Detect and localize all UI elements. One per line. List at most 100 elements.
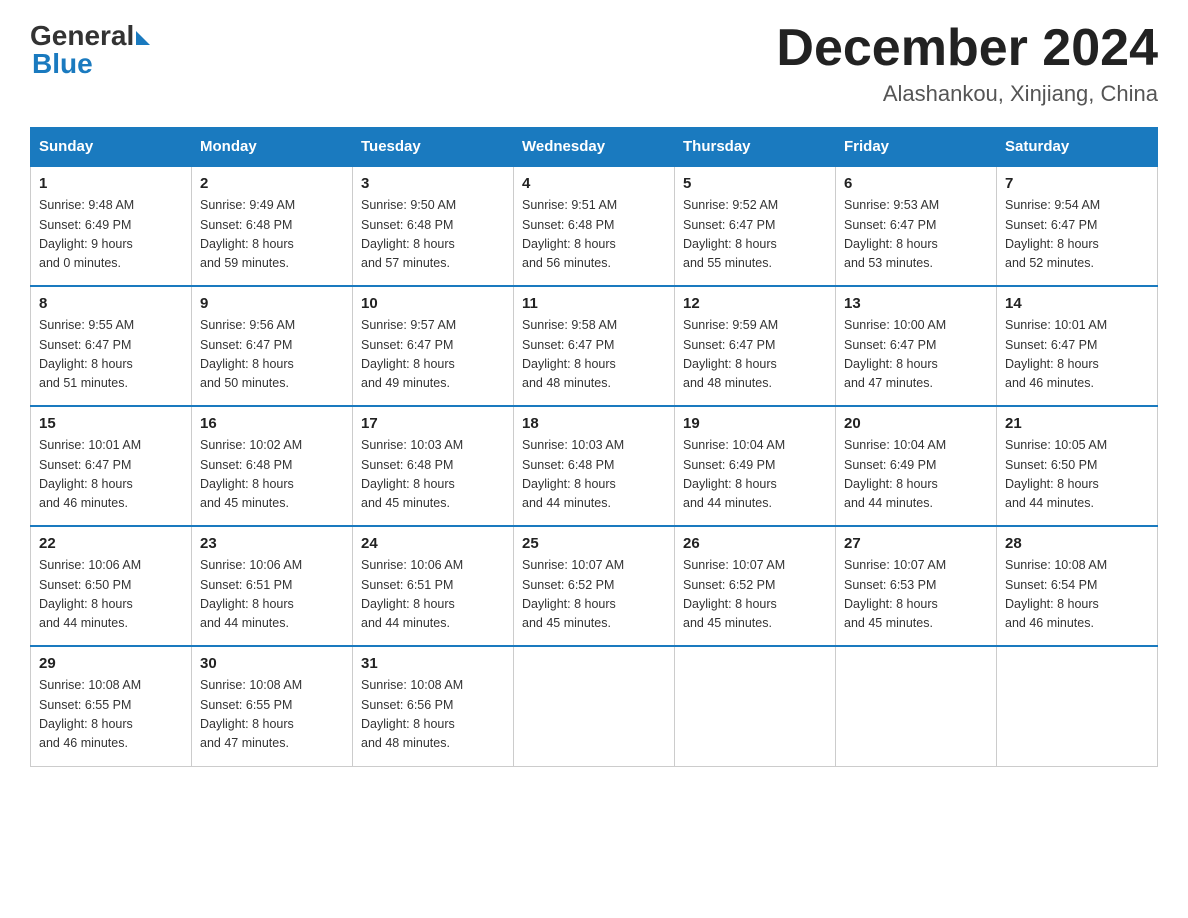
calendar-week-4: 22 Sunrise: 10:06 AM Sunset: 6:50 PM Day… xyxy=(31,526,1158,646)
day-number: 29 xyxy=(39,655,183,672)
month-title: December 2024 xyxy=(776,20,1158,77)
day-info: Sunrise: 10:03 AM Sunset: 6:48 PM Daylig… xyxy=(361,436,505,514)
logo-triangle-icon xyxy=(136,31,150,45)
location-title: Alashankou, Xinjiang, China xyxy=(776,81,1158,107)
day-number: 14 xyxy=(1005,295,1149,312)
calendar-cell: 29 Sunrise: 10:08 AM Sunset: 6:55 PM Day… xyxy=(31,646,192,766)
calendar-cell: 2 Sunrise: 9:49 AM Sunset: 6:48 PM Dayli… xyxy=(192,166,353,286)
day-number: 16 xyxy=(200,415,344,432)
calendar-cell: 31 Sunrise: 10:08 AM Sunset: 6:56 PM Day… xyxy=(353,646,514,766)
day-number: 10 xyxy=(361,295,505,312)
calendar-cell: 13 Sunrise: 10:00 AM Sunset: 6:47 PM Day… xyxy=(836,286,997,406)
calendar-cell: 6 Sunrise: 9:53 AM Sunset: 6:47 PM Dayli… xyxy=(836,166,997,286)
day-number: 9 xyxy=(200,295,344,312)
day-info: Sunrise: 9:48 AM Sunset: 6:49 PM Dayligh… xyxy=(39,196,183,274)
calendar-cell: 20 Sunrise: 10:04 AM Sunset: 6:49 PM Day… xyxy=(836,406,997,526)
day-info: Sunrise: 10:08 AM Sunset: 6:55 PM Daylig… xyxy=(39,676,183,754)
header-day-friday: Friday xyxy=(836,128,997,167)
day-info: Sunrise: 9:54 AM Sunset: 6:47 PM Dayligh… xyxy=(1005,196,1149,274)
calendar-cell: 24 Sunrise: 10:06 AM Sunset: 6:51 PM Day… xyxy=(353,526,514,646)
day-info: Sunrise: 10:06 AM Sunset: 6:50 PM Daylig… xyxy=(39,556,183,634)
calendar-cell: 19 Sunrise: 10:04 AM Sunset: 6:49 PM Day… xyxy=(675,406,836,526)
day-info: Sunrise: 10:07 AM Sunset: 6:53 PM Daylig… xyxy=(844,556,988,634)
calendar-cell: 26 Sunrise: 10:07 AM Sunset: 6:52 PM Day… xyxy=(675,526,836,646)
calendar-week-5: 29 Sunrise: 10:08 AM Sunset: 6:55 PM Day… xyxy=(31,646,1158,766)
day-number: 2 xyxy=(200,175,344,192)
day-number: 3 xyxy=(361,175,505,192)
day-info: Sunrise: 10:04 AM Sunset: 6:49 PM Daylig… xyxy=(844,436,988,514)
calendar-cell: 14 Sunrise: 10:01 AM Sunset: 6:47 PM Day… xyxy=(997,286,1158,406)
day-info: Sunrise: 9:52 AM Sunset: 6:47 PM Dayligh… xyxy=(683,196,827,274)
header-day-sunday: Sunday xyxy=(31,128,192,167)
day-number: 1 xyxy=(39,175,183,192)
calendar-cell xyxy=(675,646,836,766)
day-info: Sunrise: 10:08 AM Sunset: 6:56 PM Daylig… xyxy=(361,676,505,754)
day-number: 6 xyxy=(844,175,988,192)
day-info: Sunrise: 9:49 AM Sunset: 6:48 PM Dayligh… xyxy=(200,196,344,274)
calendar-cell: 12 Sunrise: 9:59 AM Sunset: 6:47 PM Dayl… xyxy=(675,286,836,406)
day-info: Sunrise: 10:04 AM Sunset: 6:49 PM Daylig… xyxy=(683,436,827,514)
day-number: 5 xyxy=(683,175,827,192)
header-day-thursday: Thursday xyxy=(675,128,836,167)
day-info: Sunrise: 10:08 AM Sunset: 6:54 PM Daylig… xyxy=(1005,556,1149,634)
calendar-week-1: 1 Sunrise: 9:48 AM Sunset: 6:49 PM Dayli… xyxy=(31,166,1158,286)
day-number: 20 xyxy=(844,415,988,432)
day-info: Sunrise: 10:05 AM Sunset: 6:50 PM Daylig… xyxy=(1005,436,1149,514)
day-number: 4 xyxy=(522,175,666,192)
day-info: Sunrise: 10:07 AM Sunset: 6:52 PM Daylig… xyxy=(683,556,827,634)
day-info: Sunrise: 9:55 AM Sunset: 6:47 PM Dayligh… xyxy=(39,316,183,394)
day-number: 27 xyxy=(844,535,988,552)
day-number: 21 xyxy=(1005,415,1149,432)
day-info: Sunrise: 9:59 AM Sunset: 6:47 PM Dayligh… xyxy=(683,316,827,394)
calendar-cell: 15 Sunrise: 10:01 AM Sunset: 6:47 PM Day… xyxy=(31,406,192,526)
day-number: 23 xyxy=(200,535,344,552)
day-info: Sunrise: 9:51 AM Sunset: 6:48 PM Dayligh… xyxy=(522,196,666,274)
day-info: Sunrise: 10:07 AM Sunset: 6:52 PM Daylig… xyxy=(522,556,666,634)
calendar-table: SundayMondayTuesdayWednesdayThursdayFrid… xyxy=(30,127,1158,767)
calendar-cell: 17 Sunrise: 10:03 AM Sunset: 6:48 PM Day… xyxy=(353,406,514,526)
header-day-saturday: Saturday xyxy=(997,128,1158,167)
calendar-cell: 5 Sunrise: 9:52 AM Sunset: 6:47 PM Dayli… xyxy=(675,166,836,286)
day-number: 7 xyxy=(1005,175,1149,192)
calendar-cell: 7 Sunrise: 9:54 AM Sunset: 6:47 PM Dayli… xyxy=(997,166,1158,286)
day-number: 12 xyxy=(683,295,827,312)
header-day-monday: Monday xyxy=(192,128,353,167)
day-number: 25 xyxy=(522,535,666,552)
header-day-wednesday: Wednesday xyxy=(514,128,675,167)
calendar-cell: 18 Sunrise: 10:03 AM Sunset: 6:48 PM Day… xyxy=(514,406,675,526)
day-info: Sunrise: 10:03 AM Sunset: 6:48 PM Daylig… xyxy=(522,436,666,514)
calendar-cell: 30 Sunrise: 10:08 AM Sunset: 6:55 PM Day… xyxy=(192,646,353,766)
calendar-cell xyxy=(997,646,1158,766)
day-info: Sunrise: 9:53 AM Sunset: 6:47 PM Dayligh… xyxy=(844,196,988,274)
calendar-cell: 16 Sunrise: 10:02 AM Sunset: 6:48 PM Day… xyxy=(192,406,353,526)
day-number: 28 xyxy=(1005,535,1149,552)
day-info: Sunrise: 10:06 AM Sunset: 6:51 PM Daylig… xyxy=(200,556,344,634)
day-info: Sunrise: 9:50 AM Sunset: 6:48 PM Dayligh… xyxy=(361,196,505,274)
day-number: 13 xyxy=(844,295,988,312)
day-info: Sunrise: 10:02 AM Sunset: 6:48 PM Daylig… xyxy=(200,436,344,514)
calendar-cell: 1 Sunrise: 9:48 AM Sunset: 6:49 PM Dayli… xyxy=(31,166,192,286)
day-info: Sunrise: 10:01 AM Sunset: 6:47 PM Daylig… xyxy=(1005,316,1149,394)
calendar-cell: 25 Sunrise: 10:07 AM Sunset: 6:52 PM Day… xyxy=(514,526,675,646)
day-info: Sunrise: 10:01 AM Sunset: 6:47 PM Daylig… xyxy=(39,436,183,514)
day-number: 19 xyxy=(683,415,827,432)
calendar-cell: 11 Sunrise: 9:58 AM Sunset: 6:47 PM Dayl… xyxy=(514,286,675,406)
day-info: Sunrise: 9:56 AM Sunset: 6:47 PM Dayligh… xyxy=(200,316,344,394)
calendar-cell: 23 Sunrise: 10:06 AM Sunset: 6:51 PM Day… xyxy=(192,526,353,646)
calendar-cell xyxy=(514,646,675,766)
day-number: 22 xyxy=(39,535,183,552)
day-info: Sunrise: 9:57 AM Sunset: 6:47 PM Dayligh… xyxy=(361,316,505,394)
day-info: Sunrise: 10:06 AM Sunset: 6:51 PM Daylig… xyxy=(361,556,505,634)
calendar-header-row: SundayMondayTuesdayWednesdayThursdayFrid… xyxy=(31,128,1158,167)
day-number: 8 xyxy=(39,295,183,312)
day-number: 11 xyxy=(522,295,666,312)
day-number: 17 xyxy=(361,415,505,432)
calendar-cell: 27 Sunrise: 10:07 AM Sunset: 6:53 PM Day… xyxy=(836,526,997,646)
day-info: Sunrise: 10:00 AM Sunset: 6:47 PM Daylig… xyxy=(844,316,988,394)
calendar-cell: 22 Sunrise: 10:06 AM Sunset: 6:50 PM Day… xyxy=(31,526,192,646)
logo: General Blue xyxy=(30,20,150,80)
day-number: 15 xyxy=(39,415,183,432)
calendar-week-2: 8 Sunrise: 9:55 AM Sunset: 6:47 PM Dayli… xyxy=(31,286,1158,406)
day-number: 24 xyxy=(361,535,505,552)
calendar-cell: 9 Sunrise: 9:56 AM Sunset: 6:47 PM Dayli… xyxy=(192,286,353,406)
